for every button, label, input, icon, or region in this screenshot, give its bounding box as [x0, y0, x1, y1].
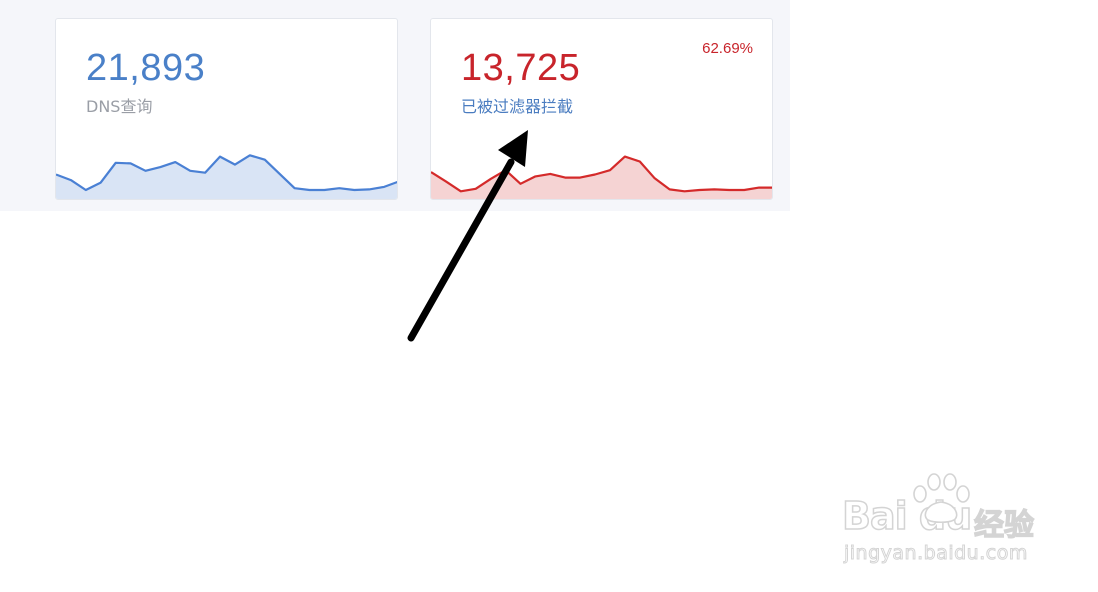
blocked-sparkline — [431, 155, 772, 199]
watermark-url: jingyan.baidu.com — [844, 542, 1028, 565]
dns-queries-sparkline — [56, 154, 397, 199]
blocked-by-filters-card[interactable]: 62.69% 13,725 已被过滤器拦截 — [430, 18, 773, 200]
blocked-count: 13,725 — [461, 47, 581, 89]
blocked-percent: 62.69% — [702, 40, 753, 57]
baidu-jingyan-watermark: Bai du 经验 jingyan.baidu.com — [838, 468, 1048, 578]
watermark-product: 经验 — [973, 507, 1034, 543]
dashboard-panel: 21,893 DNS查询 62.69% 13,725 已被过滤器拦截 — [0, 0, 790, 211]
dns-queries-label: DNS查询 — [86, 97, 153, 116]
blocked-label: 已被过滤器拦截 — [461, 97, 574, 116]
dns-queries-card[interactable]: 21,893 DNS查询 — [55, 18, 398, 200]
baidu-paw-icon — [913, 473, 970, 524]
blocked-sparkline-area — [431, 156, 772, 199]
dns-queries-count: 21,893 — [86, 47, 206, 89]
dns-queries-sparkline-area — [56, 155, 397, 199]
